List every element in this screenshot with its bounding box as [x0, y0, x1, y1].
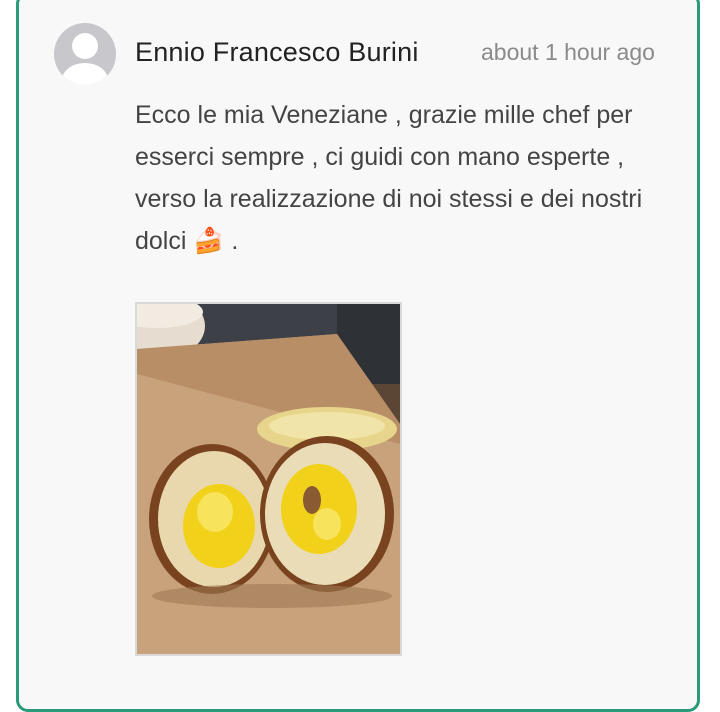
comment-author[interactable]: Ennio Francesco Burini [135, 37, 419, 68]
comment-card: Ennio Francesco Burini about 1 hour ago … [16, 0, 700, 712]
photo-illustration [137, 304, 400, 654]
comment-text: Ecco le mia Veneziane , grazie mille che… [135, 101, 643, 255]
avatar-shoulders [62, 63, 108, 85]
comment-photo[interactable] [135, 302, 402, 656]
comment-timestamp: about 1 hour ago [481, 39, 655, 65]
avatar[interactable] [54, 23, 116, 85]
avatar-head [72, 33, 98, 59]
